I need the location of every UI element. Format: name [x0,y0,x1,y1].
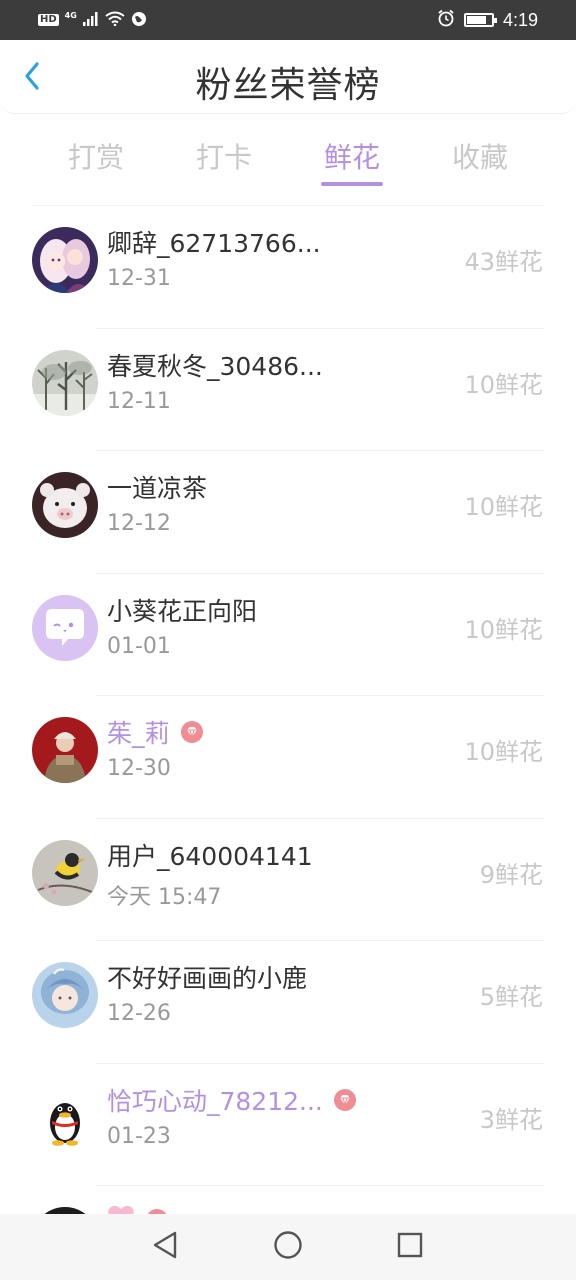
fan-date: 12-31 [107,266,171,291]
vip-diamond-icon [180,720,204,744]
fan-name-text: 恰巧心动_78212... [107,1086,323,1116]
avatar[interactable] [32,227,98,293]
recent-square-icon [396,1231,424,1263]
flower-count: 10鲜花 [464,370,543,399]
tab-label: 打卡 [195,141,252,174]
flower-count: 9鲜花 [479,860,543,889]
page: HD 4G 4:19 粉丝荣誉榜 打赏 打卡 鲜花 收藏 卿辞_62713766… [0,0,576,1280]
tab-bar: 打赏 打卡 鲜花 收藏 [32,124,544,192]
list-item[interactable]: 茱_莉 12-30 10鲜花 [0,696,576,819]
tab-favorites[interactable]: 收藏 [416,124,544,192]
list-item[interactable]: 恰巧心动_78212... 01-23 3鲜花 [0,1064,576,1186]
fan-date: 01-01 [107,633,171,659]
nav-recent-button[interactable] [393,1230,427,1264]
fan-name-text: 春夏秋冬_30486... [107,351,323,381]
title-bar: 粉丝荣誉榜 [0,40,576,114]
fan-name-text: 一道凉茶 [107,474,208,503]
nav-back-button[interactable] [148,1230,182,1264]
winter-trees-avatar-icon [32,349,98,416]
fan-name[interactable]: 一道凉茶 [107,469,207,505]
fan-name-text: 卿辞_62713766... [107,229,321,258]
fan-date: 12-30 [107,756,171,781]
vip-diamond-icon [333,1088,357,1112]
flower-count: 10鲜花 [464,615,543,644]
globe-icon [131,11,147,30]
alarm-icon [437,9,455,31]
avatar[interactable] [32,472,98,538]
fan-name-text: 不好好画画的小鹿 [107,964,308,993]
fan-name[interactable]: 小葵花正向阳 [107,592,257,628]
fan-date: 12-11 [107,388,171,414]
list-item[interactable]: 用户_640004141 今天 15:47 9鲜花 [0,819,576,941]
penguin-avatar-icon [32,1084,98,1151]
fan-date: 12-26 [107,1001,171,1026]
white-pig-avatar-icon [32,472,98,538]
default-chat-avatar-icon [32,594,98,661]
fan-name[interactable]: 不好好画画的小鹿 [107,959,307,995]
anime-girl-avatar-icon [32,227,98,293]
avatar[interactable] [32,1084,98,1151]
person-red-bg-avatar-icon [32,717,98,783]
fan-name-text: 茱_莉 [107,719,170,748]
list-item[interactable]: 一道凉茶 12-12 10鲜花 [0,451,576,574]
tab-flowers[interactable]: 鲜花 [288,124,416,192]
battery-icon [463,13,497,27]
flower-count: 3鲜花 [479,1105,543,1134]
network-type: 4G [64,10,77,20]
fan-name[interactable]: 茱_莉 [107,714,204,750]
home-circle-icon [273,1230,303,1264]
fan-date: 01-23 [107,1123,171,1149]
clock: 4:19 [502,9,538,30]
avatar[interactable] [32,594,98,661]
status-right: 4:19 [437,7,538,33]
tab-tips[interactable]: 打赏 [32,124,160,192]
wifi-icon [105,11,125,29]
fan-name[interactable]: 用户_640004141 [107,837,313,873]
fan-date: 12-12 [107,511,171,536]
list-item[interactable]: 春夏秋冬_30486... 12-11 10鲜花 [0,329,576,451]
avatar[interactable] [32,349,98,416]
list-item[interactable]: 卿辞_62713766... 12-31 43鲜花 [0,206,576,329]
list-item[interactable]: 小葵花正向阳 01-01 10鲜花 [0,574,576,696]
signal-icon [82,11,99,29]
avatar[interactable] [32,839,98,906]
tab-checkin[interactable]: 打卡 [160,124,288,192]
fan-list[interactable]: 卿辞_62713766... 12-31 43鲜花 春夏秋冬_30486... … [0,206,576,1280]
system-nav-bar [0,1214,576,1280]
status-left: HD 4G [38,9,147,31]
fan-date: 今天 15:47 [107,884,222,910]
back-triangle-icon [151,1230,179,1264]
fan-name[interactable]: 春夏秋冬_30486... [107,347,323,383]
avatar[interactable] [32,717,98,783]
fan-name-text: 小葵花正向阳 [107,596,258,626]
flower-count: 43鲜花 [464,248,543,276]
tab-label: 鲜花 [323,141,380,174]
list-item[interactable]: 不好好画画的小鹿 12-26 5鲜花 [0,941,576,1064]
tab-label: 收藏 [451,141,508,174]
blue-hair-anime-avatar-icon [32,962,98,1028]
tab-label: 打赏 [67,141,124,174]
fan-name[interactable]: 恰巧心动_78212... [107,1082,357,1118]
fan-name-text: 用户_640004141 [107,841,313,871]
flower-count: 10鲜花 [464,738,543,766]
tab-indicator [321,182,383,186]
page-title: 粉丝荣誉榜 [195,65,381,106]
bird-avatar-icon [32,839,98,906]
status-bar: HD 4G 4:19 [0,0,576,40]
nav-home-button[interactable] [271,1230,305,1264]
avatar[interactable] [32,962,98,1028]
flower-count: 10鲜花 [464,493,543,521]
fan-name[interactable]: 卿辞_62713766... [107,224,321,260]
flower-count: 5鲜花 [479,983,543,1011]
hd-badge: HD [38,14,59,26]
